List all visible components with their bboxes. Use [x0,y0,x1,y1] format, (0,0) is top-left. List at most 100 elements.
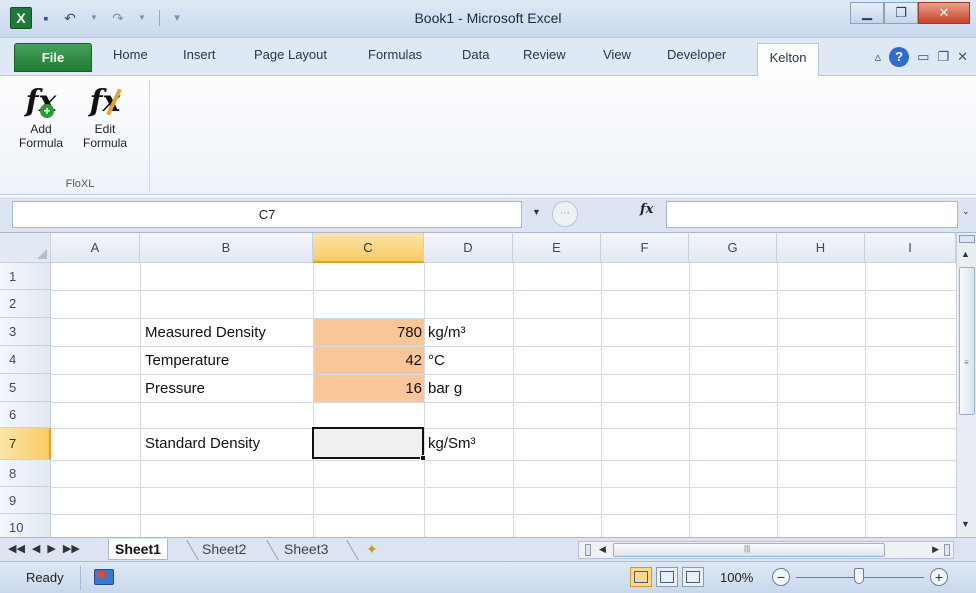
column-header-f[interactable]: F [601,233,689,263]
insert-function-button[interactable]: fx [640,202,653,217]
save-icon[interactable]: ▪ [36,8,56,28]
row-header-9[interactable]: 9 [0,487,51,514]
column-header-c[interactable]: C [313,233,424,263]
cell-d3[interactable]: kg/m³ [428,324,466,341]
scroll-up-icon[interactable]: ▲ [961,249,970,259]
row-header-2[interactable]: 2 [0,290,51,318]
cell-b4[interactable]: Temperature [145,352,229,369]
workbook-close-icon[interactable]: ✕ [957,49,968,65]
cell-d5[interactable]: bar g [428,380,462,397]
excel-logo-icon[interactable]: X [10,7,32,29]
column-header-i[interactable]: I [865,233,956,263]
tab-view[interactable]: View [603,47,631,62]
tab-review[interactable]: Review [523,47,566,62]
tab-data[interactable]: Data [462,47,489,62]
next-sheet-icon[interactable]: ▶ [47,542,55,555]
zoom-level[interactable]: 100% [720,570,753,585]
customize-qat-icon[interactable]: ▾ [167,8,187,28]
tab-formulas[interactable]: Formulas [368,47,422,62]
cell-c4[interactable]: 42 [314,352,422,369]
select-all-button[interactable] [0,233,51,263]
formula-input[interactable] [666,201,958,228]
page-break-view-button[interactable] [682,567,704,587]
column-header-h[interactable]: H [777,233,865,263]
last-sheet-icon[interactable]: ▶▶ [63,542,80,555]
tab-page-layout[interactable]: Page Layout [254,47,327,62]
cell-b3[interactable]: Measured Density [145,324,266,341]
zoom-in-icon[interactable]: + [930,568,948,586]
window-controls: ▁ ❐ ✕ [850,2,970,24]
add-formula-button[interactable]: fx + Add Formula [10,82,72,150]
scroll-right-icon[interactable]: ▶ [932,544,939,555]
vertical-scroll-thumb[interactable]: ≡ [959,267,975,415]
vertical-scrollbar[interactable]: ▲ ≡ ▼ [956,233,976,537]
tab-home[interactable]: Home [113,47,148,62]
edit-formula-label-line2: Formula [82,136,127,150]
cell-c5[interactable]: 16 [314,380,422,397]
cell-d7[interactable]: kg/Sm³ [428,435,476,452]
cell-b5[interactable]: Pressure [145,380,205,397]
split-box-icon[interactable] [959,235,975,243]
workbook-minimize-icon[interactable]: ▭ [917,49,929,65]
edit-formula-button[interactable]: fx Edit Formula [74,82,136,150]
normal-view-button[interactable] [630,567,652,587]
row-header-1[interactable]: 1 [0,263,51,290]
tab-insert[interactable]: Insert [183,47,216,62]
row-header-10[interactable]: 10 [0,514,51,537]
sheet-tab-sheet1[interactable]: Sheet1 [108,539,168,560]
zoom-out-icon[interactable]: − [772,568,790,586]
horizontal-scrollbar[interactable]: ◀ ||| ▶ [578,541,954,559]
row-header-8[interactable]: 8 [0,460,51,487]
column-header-g[interactable]: G [689,233,777,263]
restore-icon[interactable]: ❐ [884,2,918,24]
help-icon[interactable]: ? [889,47,910,67]
cell-d4[interactable]: °C [428,352,445,369]
worksheet-grid[interactable]: A B C D E F G H I 1 2 3 4 5 6 7 8 9 10 M… [0,233,956,537]
redo-icon[interactable]: ↷ [108,8,128,28]
sheet-tab-sheet3[interactable]: Sheet3 [278,539,334,560]
undo-icon[interactable]: ↶ [60,8,80,28]
tab-developer[interactable]: Developer [667,47,726,62]
window-title: Book1 - Microsoft Excel [414,10,562,26]
cell-c3[interactable]: 780 [314,324,422,341]
split-box-icon[interactable] [944,544,950,556]
status-ready: Ready [26,570,64,585]
column-header-b[interactable]: B [140,233,313,263]
page-layout-view-button[interactable] [656,567,678,587]
horizontal-scroll-thumb[interactable]: ||| [613,543,885,557]
active-cell-c7[interactable] [312,427,424,459]
row-header-4[interactable]: 4 [0,346,51,374]
row-header-5[interactable]: 5 [0,374,51,402]
prev-sheet-icon[interactable]: ◀ [32,542,40,555]
cell-b7[interactable]: Standard Density [145,435,260,452]
insert-sheet-icon[interactable]: ✦ [360,539,384,560]
column-header-d[interactable]: D [424,233,513,263]
close-icon[interactable]: ✕ [918,2,970,24]
tab-divider [346,540,359,560]
column-header-a[interactable]: A [51,233,140,263]
undo-dropdown-icon[interactable]: ▼ [84,8,104,28]
workbook-restore-icon[interactable]: ❐ [937,49,949,65]
row-header-3[interactable]: 3 [0,318,51,346]
first-sheet-icon[interactable]: ◀◀ [8,542,25,555]
scroll-left-icon[interactable]: ◀ [599,544,606,555]
formula-cancel-icon[interactable]: ⋯ [552,201,578,227]
row-header-7[interactable]: 7 [0,428,51,460]
sheet-tab-sheet2[interactable]: Sheet2 [196,539,252,560]
row-header-6[interactable]: 6 [0,402,51,428]
record-macro-icon[interactable] [94,569,114,585]
name-box[interactable]: C7 [12,201,522,228]
minimize-icon[interactable]: ▁ [850,2,884,24]
expand-formula-bar-icon[interactable]: ⌄ [962,206,974,217]
grid-line [51,374,956,375]
scroll-down-icon[interactable]: ▼ [961,519,970,529]
minimize-ribbon-icon[interactable]: ▵ [875,49,882,65]
name-box-dropdown-icon[interactable]: ▼ [532,207,541,217]
column-header-e[interactable]: E [513,233,601,263]
tab-split-box-icon[interactable] [585,544,591,556]
zoom-slider-thumb[interactable] [854,568,864,584]
redo-dropdown-icon[interactable]: ▼ [132,8,152,28]
fill-handle[interactable] [420,455,426,461]
tab-file[interactable]: File [14,43,92,72]
tab-kelton[interactable]: Kelton [757,43,819,77]
